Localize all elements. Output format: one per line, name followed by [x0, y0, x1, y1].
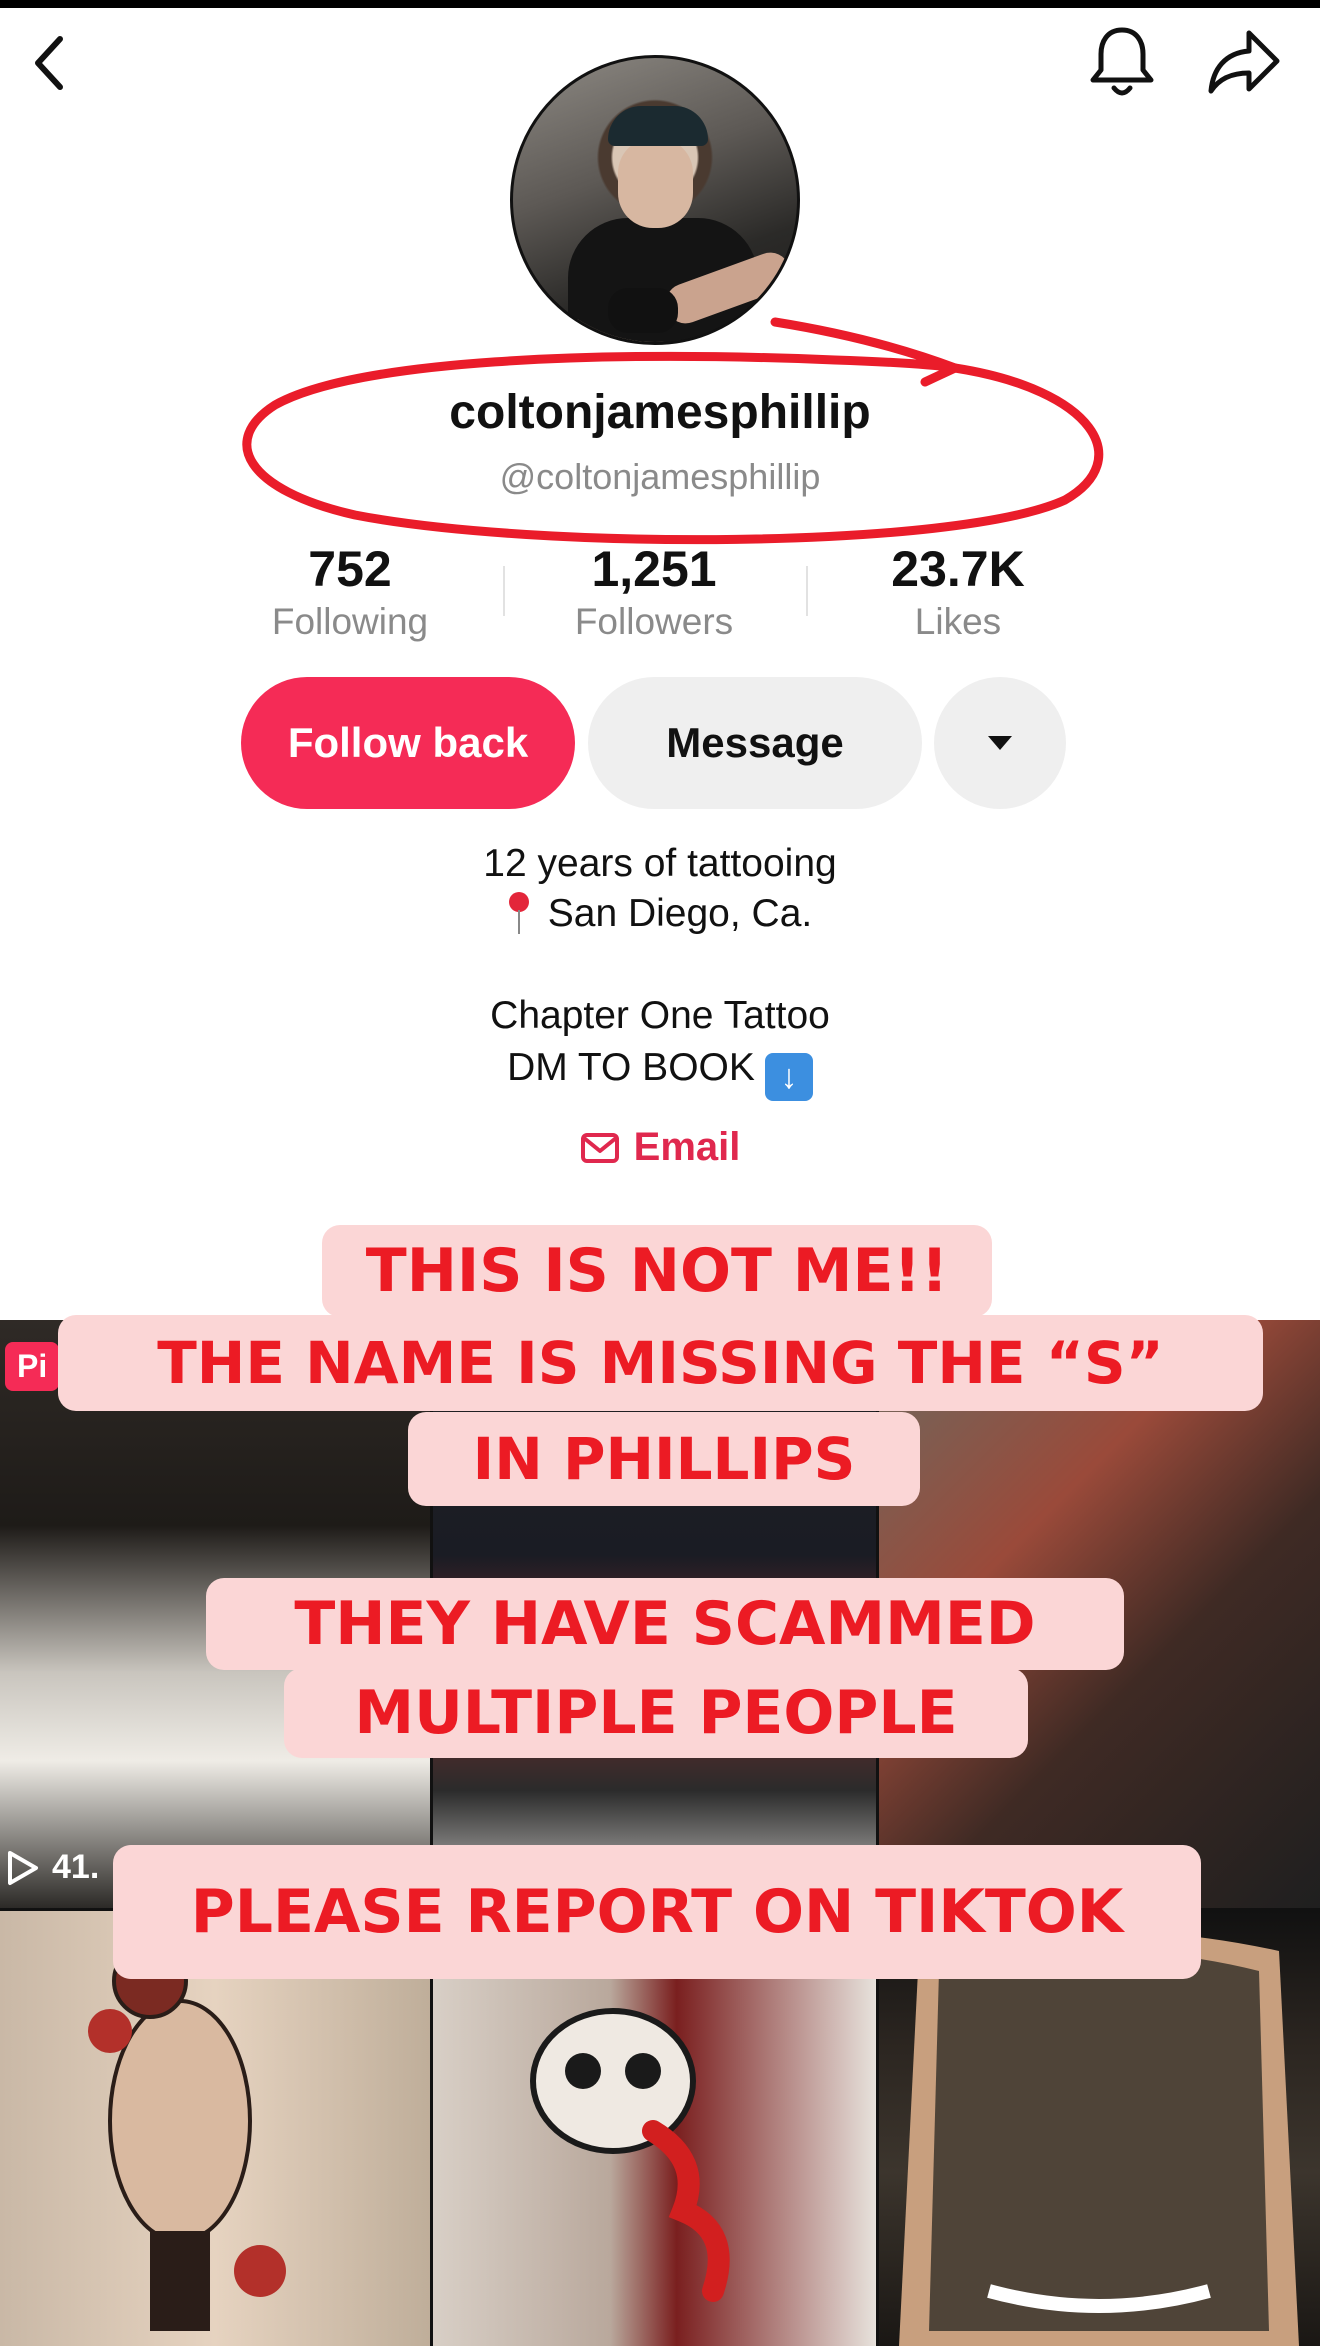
- view-count: 41.: [6, 1848, 99, 1887]
- display-name: coltonjamesphillip: [449, 386, 871, 439]
- view-count-value: 41.: [52, 1848, 100, 1886]
- dropdown-icon: [988, 736, 1012, 750]
- down-arrow-icon: ↓: [764, 1053, 813, 1101]
- warning-caption: MULTIPLE PEOPLE: [284, 1668, 1028, 1758]
- back-icon: [35, 36, 63, 90]
- bio-location: San Diego, Ca.: [0, 888, 1320, 940]
- stat-label: Likes: [914, 601, 1002, 642]
- message-button[interactable]: Message: [588, 677, 922, 809]
- bio-line: 12 years of tattooing: [483, 842, 837, 885]
- stat-divider: [503, 566, 505, 616]
- mail-icon: [580, 1132, 619, 1163]
- email-link[interactable]: Email: [0, 1125, 1320, 1170]
- stat-value: 752: [308, 541, 392, 597]
- bio-line: DM TO BOOK: [507, 1046, 755, 1089]
- more-options-button[interactable]: [934, 677, 1066, 809]
- pin-icon: [508, 892, 530, 936]
- bio-book: DM TO BOOK ↓: [0, 1042, 1320, 1101]
- follow-back-button[interactable]: Follow back: [241, 677, 575, 809]
- warning-caption: THEY HAVE SCAMMED: [206, 1578, 1124, 1670]
- play-icon: [8, 1850, 38, 1885]
- warning-caption: THE NAME IS MISSING THE “S”: [58, 1315, 1263, 1411]
- stat-label: Following: [271, 601, 429, 642]
- stat-value: 23.7K: [891, 541, 1025, 597]
- stat-likes[interactable]: 23.7K Likes: [828, 540, 1088, 646]
- stat-following[interactable]: 752 Following: [220, 540, 480, 646]
- share-button[interactable]: [1205, 24, 1285, 100]
- email-label: Email: [633, 1125, 741, 1169]
- username-handle: @coltonjamesphillip: [499, 456, 821, 497]
- warning-caption: IN PHILLIPS: [408, 1412, 920, 1506]
- avatar[interactable]: [510, 55, 800, 345]
- warning-caption: PLEASE REPORT ON TIKTOK: [113, 1845, 1201, 1979]
- bio-line: Chapter One Tattoo: [490, 994, 830, 1037]
- back-button[interactable]: [20, 28, 80, 98]
- notification-button[interactable]: [1085, 22, 1159, 102]
- share-icon: [1208, 30, 1280, 94]
- warning-caption: THIS IS NOT ME!!: [322, 1225, 992, 1317]
- bio-line: San Diego, Ca.: [547, 892, 813, 935]
- bell-icon: [1090, 27, 1154, 96]
- stat-divider: [806, 566, 808, 616]
- stat-label: Followers: [574, 601, 734, 642]
- status-bar-edge: [0, 0, 1320, 8]
- stat-followers[interactable]: 1,251 Followers: [524, 540, 784, 646]
- pinned-badge: Pi: [5, 1342, 60, 1391]
- stat-value: 1,251: [591, 541, 717, 597]
